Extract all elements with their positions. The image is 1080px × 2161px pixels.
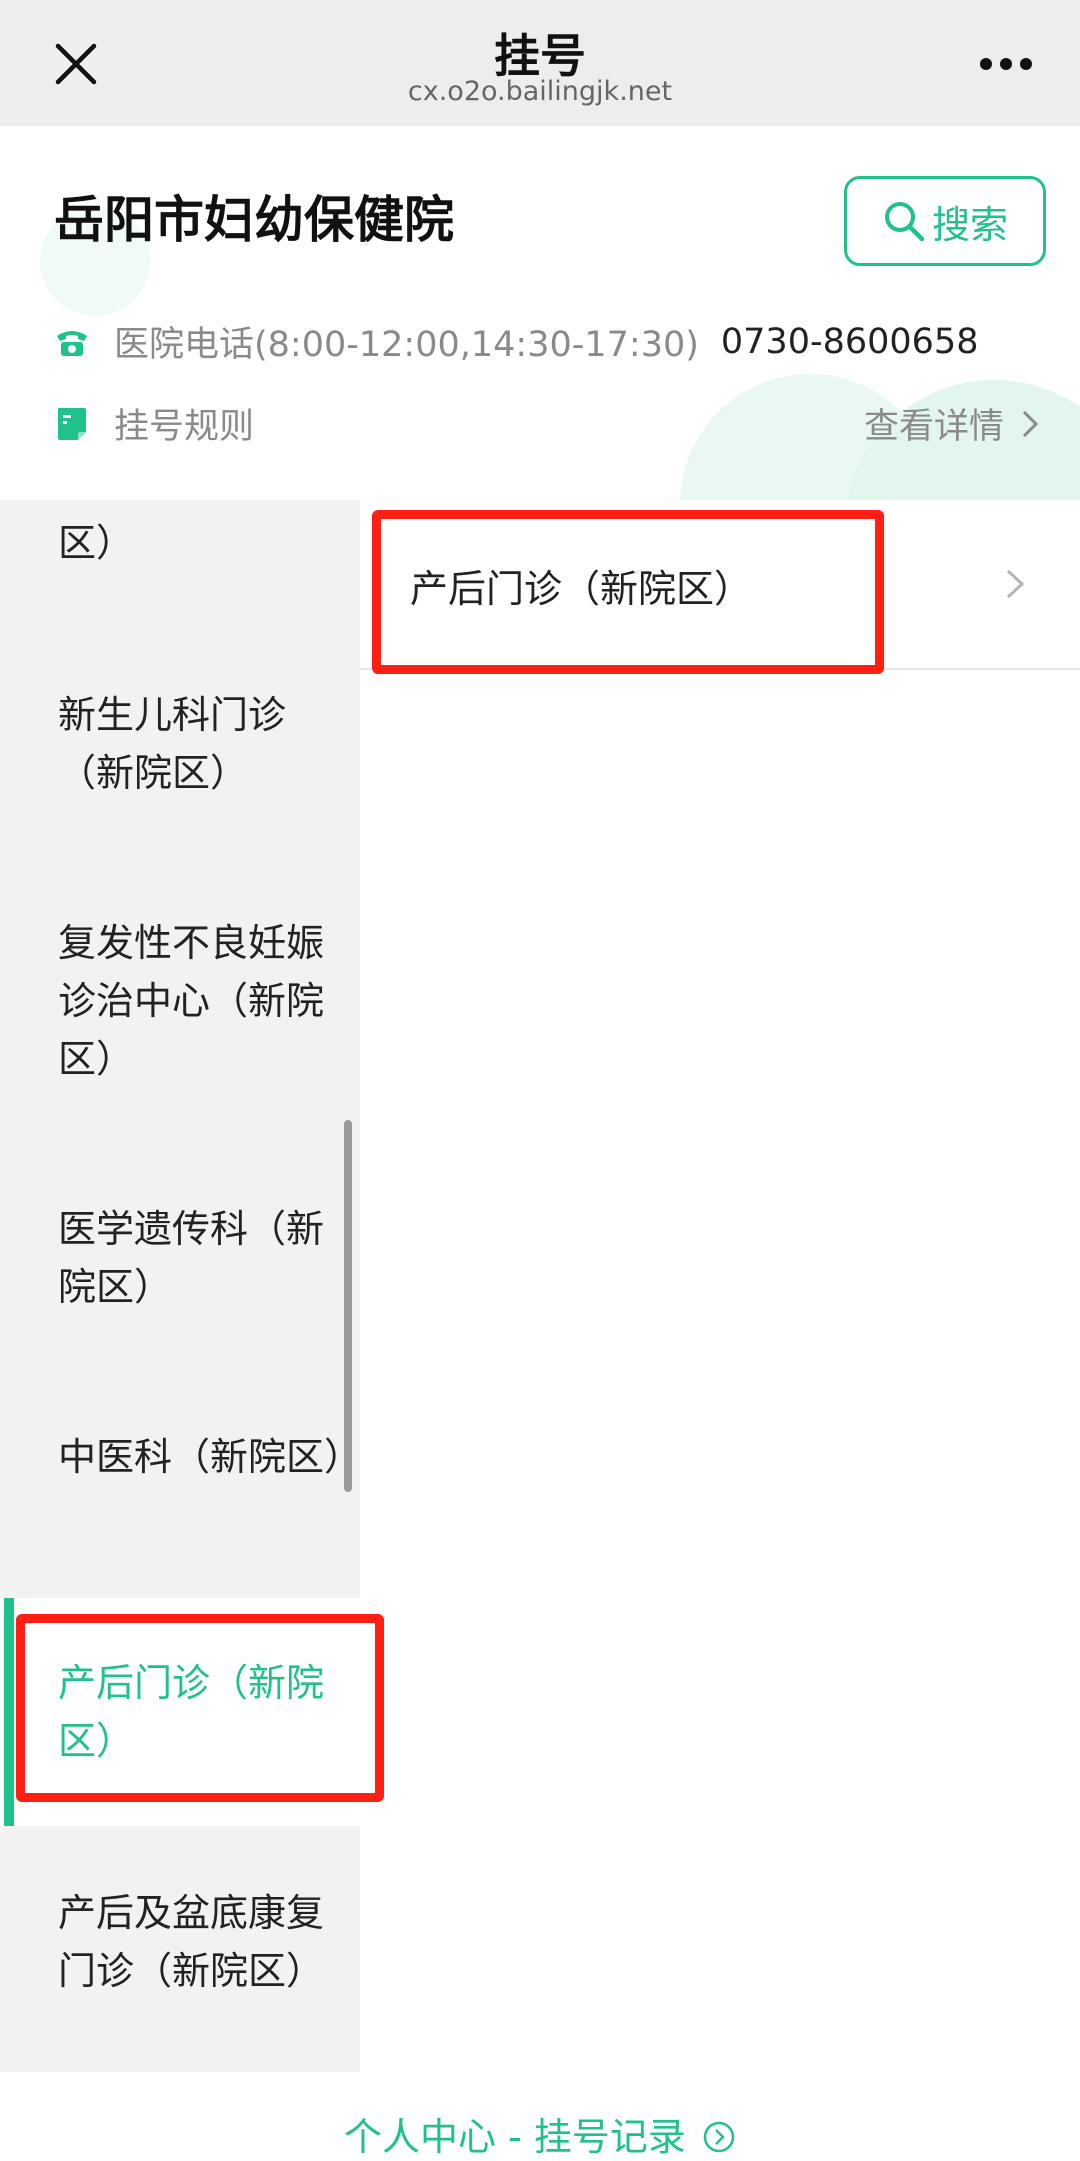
search-icon xyxy=(884,202,925,242)
search-button-label: 搜索 xyxy=(931,202,1008,247)
footer-link-label: 个人中心 - 挂号记录 xyxy=(344,2115,686,2159)
personal-center-link[interactable]: 个人中心 - 挂号记录 xyxy=(0,2106,1080,2161)
sidebar-item-postpartum[interactable]: 产后门诊（新院区） xyxy=(0,1598,360,1826)
view-details-link[interactable]: 查看详情 xyxy=(864,398,1044,449)
page-url: cx.o2o.bailingjk.net xyxy=(407,76,673,107)
sidebar-item-label: 医学遗传科（新院区） xyxy=(58,1207,325,1309)
hospital-phone-row[interactable]: 医院电话(8:00-12:00,14:30-17:30) 0730-860065… xyxy=(54,316,978,367)
hospital-header: 岳阳市妇幼保健院 搜索 医院电话(8:00-12:00,14:30-17:30)… xyxy=(0,126,1080,500)
view-details-label: 查看详情 xyxy=(863,407,1004,447)
sidebar-item-label: 区） xyxy=(58,521,135,565)
phone-icon xyxy=(57,330,87,356)
sidebar-item-tcm[interactable]: 中医科（新院区） xyxy=(0,1428,360,1486)
sidebar-item-label: 中医科（新院区） xyxy=(58,1435,360,1479)
circle-chevron-right-icon xyxy=(703,2121,735,2153)
more-icon[interactable] xyxy=(978,56,1034,72)
rules-label: 挂号规则 xyxy=(114,407,255,447)
active-indicator xyxy=(4,1598,14,1826)
chevron-right-icon xyxy=(1022,410,1039,437)
department-list-item[interactable]: 产后门诊（新院区） xyxy=(360,500,1080,670)
sidebar-scrollbar[interactable] xyxy=(344,1120,352,1492)
sidebar-item-label: 产后门诊（新院区） xyxy=(58,1661,325,1763)
top-navbar: 挂号 cx.o2o.bailingjk.net xyxy=(0,0,1080,126)
phone-label: 医院电话(8:00-12:00,14:30-17:30) xyxy=(114,325,699,365)
search-button[interactable]: 搜索 xyxy=(844,176,1046,266)
sidebar-item-pelvic-floor[interactable]: 产后及盆底康复门诊（新院区） xyxy=(0,1884,360,2000)
sidebar-item-medical-genetics[interactable]: 医学遗传科（新院区） xyxy=(0,1200,360,1316)
phone-number[interactable]: 0730-8600658 xyxy=(721,322,979,362)
hospital-name: 岳阳市妇幼保健院 xyxy=(54,191,454,249)
sidebar-item-neonatal[interactable]: 新生儿科门诊（新院区） xyxy=(0,686,360,802)
sidebar-item-label: 新生儿科门诊（新院区） xyxy=(58,693,287,795)
sidebar-item-label: 产后及盆底康复门诊（新院区） xyxy=(58,1891,325,1993)
department-sidebar[interactable]: 区） 新生儿科门诊（新院区） 复发性不良妊娠诊治中心（新院区） 医学遗传科（新院… xyxy=(0,500,360,2072)
rules-book-icon xyxy=(58,407,86,440)
sidebar-item-recurrent-pregnancy[interactable]: 复发性不良妊娠诊治中心（新院区） xyxy=(0,914,360,1088)
registration-rules-row[interactable]: 挂号规则 查看详情 xyxy=(54,398,1044,449)
department-label: 产后门诊（新院区） xyxy=(410,567,753,611)
sidebar-item-partial[interactable]: 区） xyxy=(0,514,360,572)
chevron-right-icon xyxy=(1006,569,1025,599)
sidebar-item-label: 复发性不良妊娠诊治中心（新院区） xyxy=(58,921,325,1081)
